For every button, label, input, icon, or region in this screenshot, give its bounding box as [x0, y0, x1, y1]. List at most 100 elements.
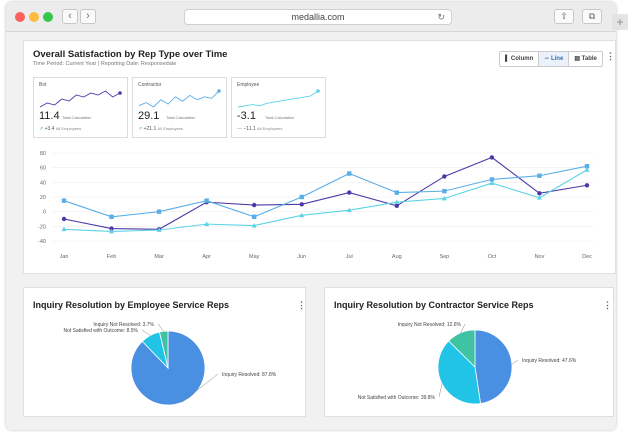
sparkline-path: [39, 90, 121, 108]
x-tick-label: Mar: [154, 254, 164, 260]
summary-value-caption: Total Calculation: [265, 115, 295, 120]
up-arrow-icon: ↗: [39, 126, 44, 132]
data-point: [156, 209, 162, 214]
data-point: [537, 191, 542, 196]
card-subtitle: Time Period: Current Year | Reporting Da…: [33, 61, 177, 67]
card-title: Inquiry Resolution by Employee Service R…: [33, 300, 230, 310]
data-point: [347, 171, 352, 176]
more-options-icon[interactable]: ⋮: [603, 300, 612, 311]
y-tick-label: 40: [40, 180, 46, 186]
pie-slice-label: Inquiry Resolved: 47.6%: [522, 358, 577, 364]
pie-slice-label: Inquiry Resolved: 87.8%: [222, 372, 277, 378]
sparkline: [138, 89, 221, 108]
column-view-button[interactable]: ▌ Column: [500, 52, 540, 66]
browser-window: ‹ › medallia.com ↻ ⇧ ⧉ Overall Satisfact…: [6, 2, 616, 430]
pie-leader-line: [511, 359, 519, 365]
x-tick-label: May: [249, 254, 260, 260]
y-tick-label: -20: [38, 224, 46, 230]
up-arrow-icon: ↗: [138, 126, 143, 132]
tabs-icon[interactable]: ⧉: [582, 9, 602, 24]
data-point: [347, 190, 352, 195]
summary-compare: — −11.1 All Employees: [237, 126, 283, 132]
summary-value: 11.4: [39, 110, 60, 122]
pie-slice-label: Not Satisfied with Outcome: 8.5%: [64, 328, 139, 334]
data-point: [251, 214, 257, 219]
pie-leader-line: [157, 323, 164, 332]
summary-card-bot[interactable]: Bot 11.4 Total Calculation ↗ +3.4 All Em…: [33, 77, 128, 138]
plus-icon[interactable]: +: [612, 14, 628, 30]
dashboard-content: Overall Satisfaction by Rep Type over Ti…: [6, 32, 616, 430]
data-point: [61, 216, 67, 222]
more-options-icon[interactable]: ⋮: [297, 300, 306, 311]
data-point: [204, 198, 209, 203]
browser-toolbar: ‹ › medallia.com ↻ ⇧ ⧉: [6, 2, 616, 32]
y-tick-label: 60: [40, 166, 46, 172]
pie-slice-label: Inquiry Not Resolved: 12.6%: [398, 322, 462, 328]
summary-compare: ↗ +3.4 All Employees: [39, 126, 82, 132]
pie-slice-label: Not Satisfied with Outcome: 39.8%: [358, 395, 436, 401]
chevron-right-icon[interactable]: ›: [80, 9, 96, 24]
x-tick-label: Oct: [488, 254, 497, 260]
sparkline-end-point: [316, 89, 320, 93]
close-window-button[interactable]: [15, 12, 25, 22]
pie-chart: Inquiry Resolved: 47.6% Not Satisfied wit…: [358, 322, 577, 405]
series-line: [63, 156, 588, 230]
sparkline: [39, 90, 122, 108]
contractor-inquiry-card: Inquiry Resolution by Contractor Service…: [324, 287, 614, 417]
data-point: [394, 203, 400, 208]
line-chart: 80 60 40 20 0 -20 -40 Jan Feb Mar Apr May Jun Jul Aug S…: [38, 151, 593, 260]
x-tick-label: Jun: [297, 254, 306, 260]
summary-card-employee[interactable]: Employee -3.1 Total Calculation — −11.1 …: [231, 77, 326, 138]
summary-value-caption: Total Calculation: [166, 115, 196, 120]
y-tick-label: 0: [43, 210, 46, 216]
pie-slice-label: Inquiry Not Resolved: 3.7%: [93, 322, 154, 328]
pie-leader-line: [141, 329, 151, 336]
x-tick-label: Aug: [392, 254, 402, 260]
x-tick-label: Feb: [107, 254, 116, 260]
minimize-window-button[interactable]: [29, 12, 39, 22]
chevron-left-icon[interactable]: ‹: [62, 9, 78, 24]
chart-type-toggle: ▌ Column ∽ Line ▤ Table: [499, 51, 603, 67]
data-point: [442, 174, 447, 179]
data-point: [394, 190, 400, 195]
summary-value-caption: Total Calculation: [62, 115, 92, 120]
data-point: [299, 202, 304, 207]
y-tick-label: 20: [40, 195, 46, 201]
reload-icon[interactable]: ↻: [437, 10, 445, 24]
data-point: [537, 173, 542, 178]
x-tick-label: Jan: [60, 254, 69, 260]
line-view-button[interactable]: ∽ Line: [539, 52, 570, 66]
card-title: Overall Satisfaction by Rep Type over Ti…: [33, 49, 228, 60]
card-title: Inquiry Resolution by Contractor Service…: [334, 300, 534, 310]
sparkline-path: [237, 90, 319, 108]
sparkline-path: [138, 90, 220, 108]
data-point: [442, 188, 447, 194]
table-view-button[interactable]: ▤ Table: [569, 52, 602, 66]
y-tick-label: -40: [38, 239, 46, 245]
more-options-icon[interactable]: ⋮: [606, 51, 615, 62]
data-point: [584, 183, 590, 188]
x-tick-label: Jul: [346, 254, 353, 260]
x-tick-label: Sep: [439, 254, 449, 260]
data-point: [109, 214, 114, 219]
overall-satisfaction-card: Overall Satisfaction by Rep Type over Ti…: [23, 40, 616, 274]
pie-slice: [474, 329, 513, 405]
x-tick-label: Nov: [535, 254, 545, 260]
data-point: [489, 155, 495, 160]
address-bar[interactable]: medallia.com ↻: [184, 9, 452, 25]
pie-chart: Inquiry Resolved: 87.8% Not Satisfied wit…: [64, 322, 277, 406]
data-point: [251, 202, 257, 208]
pie-leader-line: [438, 383, 443, 398]
series-line: [63, 165, 588, 218]
x-tick-label: Dec: [582, 254, 592, 260]
zoom-window-button[interactable]: [43, 12, 53, 22]
dash-icon: —: [237, 126, 242, 132]
sparkline: [237, 89, 320, 108]
url-text: medallia.com: [291, 12, 345, 22]
summary-value: 29.1: [138, 110, 160, 122]
summary-card-contractor[interactable]: Contractor 29.1 Total Calculation ↗ +21.…: [132, 77, 227, 138]
series-line: [63, 169, 588, 233]
data-point: [299, 194, 304, 200]
share-icon[interactable]: ⇧: [554, 9, 574, 24]
sparkline-end-point: [217, 89, 221, 93]
